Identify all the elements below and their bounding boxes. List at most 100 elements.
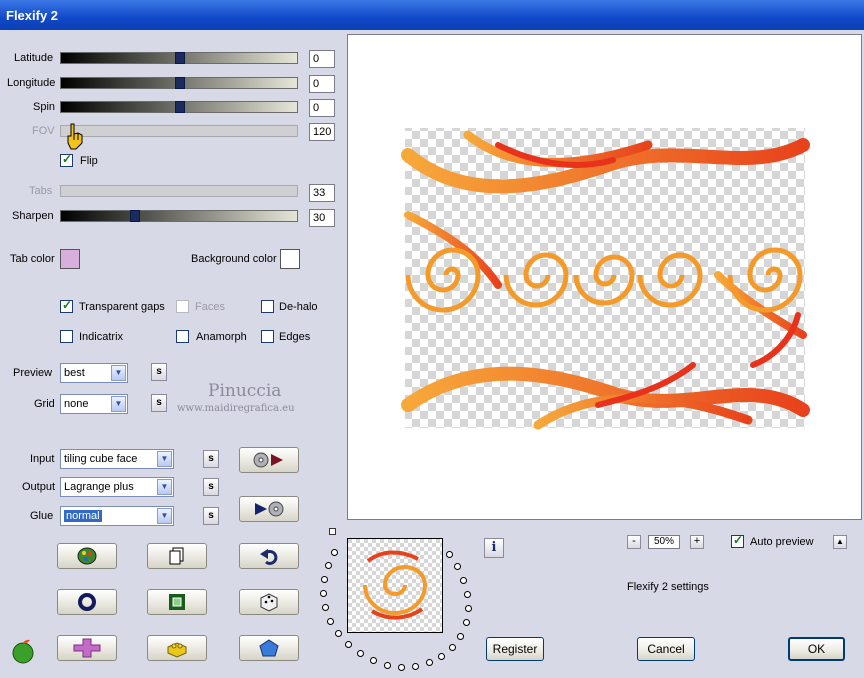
frame-button[interactable] bbox=[147, 589, 207, 615]
faces-label: Faces bbox=[195, 301, 225, 313]
preview-area[interactable] bbox=[347, 34, 862, 520]
glue-s-button[interactable]: s bbox=[203, 507, 219, 525]
longitude-input[interactable]: 0 bbox=[309, 75, 335, 93]
navigator-dot bbox=[463, 619, 470, 626]
navigator-dot bbox=[438, 653, 445, 660]
sharpen-slider-thumb[interactable] bbox=[130, 210, 140, 222]
disc-load-icon bbox=[253, 452, 283, 468]
navigator-dot bbox=[384, 662, 391, 669]
navigator-dot bbox=[327, 618, 334, 625]
tabs-input[interactable]: 33 bbox=[309, 184, 335, 202]
navigator-dot bbox=[335, 630, 342, 637]
navigator-dot bbox=[464, 591, 471, 598]
grid-select[interactable]: none ▼ bbox=[60, 394, 128, 414]
undo-button[interactable] bbox=[239, 543, 299, 569]
grid-s-button[interactable]: s bbox=[151, 394, 167, 412]
edges-label: Edges bbox=[279, 331, 311, 343]
sharpen-label: Sharpen bbox=[12, 210, 54, 222]
spin-slider[interactable] bbox=[60, 101, 298, 113]
cross-shape-icon bbox=[73, 638, 101, 658]
save-output-button[interactable] bbox=[239, 496, 299, 522]
ring-icon bbox=[78, 593, 96, 611]
info-button[interactable]: i bbox=[484, 538, 504, 558]
transparent-gaps-checkbox[interactable]: ✓ bbox=[60, 298, 73, 313]
brick-button[interactable] bbox=[147, 635, 207, 661]
window-title: Flexify 2 bbox=[6, 8, 59, 23]
zoom-in-button[interactable]: + bbox=[690, 535, 704, 549]
watermark-url: www.maidiregrafica.eu bbox=[177, 403, 295, 414]
chevron-down-icon: ▼ bbox=[157, 451, 172, 467]
random-dice-button[interactable] bbox=[239, 589, 299, 615]
tab-color-swatch[interactable] bbox=[60, 249, 80, 269]
auto-preview-checkbox[interactable]: ✓ bbox=[731, 533, 744, 548]
navigator-dot bbox=[465, 605, 472, 612]
cross-shape-button[interactable] bbox=[57, 635, 117, 661]
palette-icon bbox=[77, 547, 97, 565]
cancel-button[interactable]: Cancel bbox=[637, 637, 695, 661]
flexified-preview-image bbox=[401, 128, 810, 430]
copy-pages-icon bbox=[169, 547, 184, 565]
tabs-slider[interactable] bbox=[60, 185, 298, 197]
input-select[interactable]: tiling cube face ▼ bbox=[60, 449, 174, 469]
background-color-swatch[interactable] bbox=[280, 249, 300, 269]
latitude-slider[interactable] bbox=[60, 52, 298, 64]
load-input-button[interactable] bbox=[239, 447, 299, 473]
fov-slider[interactable] bbox=[60, 125, 298, 137]
faces-checkbox[interactable] bbox=[176, 300, 189, 313]
disc-save-icon bbox=[255, 501, 284, 517]
grid-value: none bbox=[64, 398, 89, 410]
input-label: Input bbox=[30, 453, 55, 465]
preview-s-button[interactable]: s bbox=[151, 363, 167, 381]
indicatrix-checkbox[interactable] bbox=[60, 330, 73, 343]
longitude-slider[interactable] bbox=[60, 77, 298, 89]
check-icon: ✓ bbox=[733, 533, 744, 547]
glue-value: normal bbox=[64, 510, 102, 522]
latitude-input[interactable]: 0 bbox=[309, 50, 335, 68]
check-icon: ✓ bbox=[62, 298, 73, 312]
input-s-button[interactable]: s bbox=[203, 450, 219, 468]
navigator-dot bbox=[320, 590, 327, 597]
collapse-up-button[interactable]: ▲ bbox=[833, 535, 847, 549]
navigator-dot bbox=[398, 664, 405, 671]
sharpen-input[interactable]: 30 bbox=[309, 209, 335, 227]
flip-checkbox[interactable]: ✓ bbox=[60, 152, 73, 167]
ok-button[interactable]: OK bbox=[788, 637, 845, 661]
glue-select[interactable]: normal ▼ bbox=[60, 506, 174, 526]
spin-input[interactable]: 0 bbox=[309, 99, 335, 117]
navigator-dot bbox=[345, 641, 352, 648]
navigator-dot bbox=[449, 644, 456, 651]
navigator-thumbnail[interactable] bbox=[347, 538, 443, 633]
sharpen-slider[interactable] bbox=[60, 210, 298, 222]
latitude-slider-thumb[interactable] bbox=[175, 52, 185, 64]
de-halo-label: De-halo bbox=[279, 301, 318, 313]
output-s-button[interactable]: s bbox=[203, 478, 219, 496]
longitude-slider-thumb[interactable] bbox=[175, 77, 185, 89]
edges-checkbox[interactable] bbox=[261, 330, 274, 343]
navigator-dot bbox=[321, 576, 328, 583]
de-halo-checkbox[interactable] bbox=[261, 300, 274, 313]
output-select[interactable]: Lagrange plus ▼ bbox=[60, 477, 174, 497]
zoom-out-button[interactable]: - bbox=[627, 535, 641, 549]
hand-pointer-icon bbox=[67, 123, 83, 150]
navigator-dot bbox=[457, 633, 464, 640]
pentagon-button[interactable] bbox=[239, 635, 299, 661]
spin-slider-thumb[interactable] bbox=[175, 101, 185, 113]
square-frame-icon bbox=[169, 594, 185, 610]
circle-button[interactable] bbox=[57, 589, 117, 615]
dice-icon bbox=[260, 593, 278, 612]
register-button[interactable]: Register bbox=[486, 637, 544, 661]
anamorph-checkbox[interactable] bbox=[176, 330, 189, 343]
flip-label: Flip bbox=[80, 155, 98, 167]
thumbnail-image bbox=[348, 539, 442, 632]
preview-select-label: Preview bbox=[13, 367, 53, 379]
preview-quality-select[interactable]: best ▼ bbox=[60, 363, 128, 383]
latitude-label: Latitude bbox=[14, 52, 54, 64]
fov-input[interactable]: 120 bbox=[309, 123, 335, 141]
copy-button[interactable] bbox=[147, 543, 207, 569]
navigator-handle[interactable] bbox=[329, 528, 336, 535]
watermark-name: Pinuccia bbox=[208, 381, 282, 401]
green-apple-logo-icon bbox=[12, 639, 34, 664]
navigator-dot bbox=[357, 650, 364, 657]
randomize-button[interactable] bbox=[57, 543, 117, 569]
yellow-brick-icon bbox=[167, 642, 187, 658]
